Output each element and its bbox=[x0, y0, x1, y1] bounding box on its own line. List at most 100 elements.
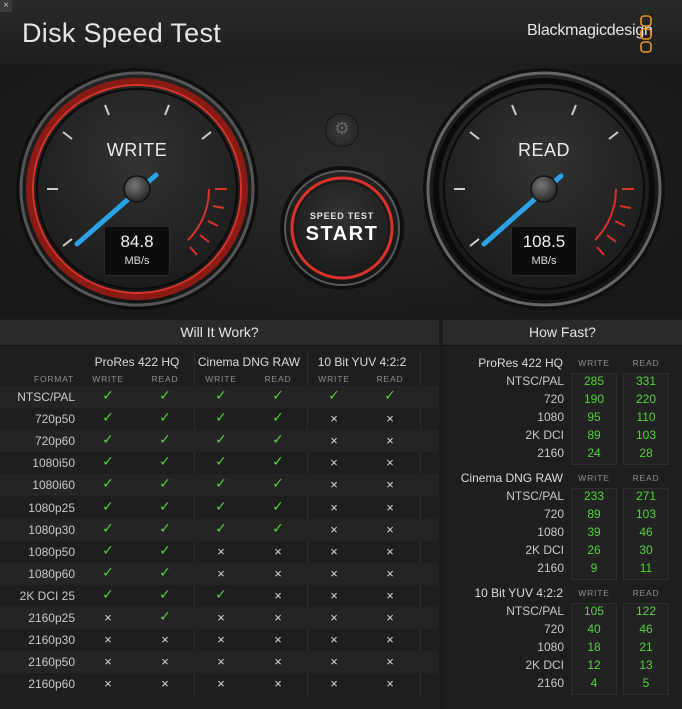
check-icon: ✓ bbox=[102, 431, 114, 448]
row-format-label: 1080p25 bbox=[28, 500, 75, 515]
read-speed-cell: 5 bbox=[642, 676, 650, 690]
table-row: 1080p25 ✓ ✓ ✓ ✓ × × bbox=[0, 497, 439, 519]
read-speed-cell: 11 bbox=[639, 561, 653, 575]
check-icon: ✓ bbox=[272, 387, 284, 403]
row-format-label: 2K DCI bbox=[525, 428, 564, 442]
row-format-label: 720 bbox=[543, 622, 564, 636]
cross-icon: × bbox=[330, 433, 338, 449]
check-icon: ✓ bbox=[272, 497, 284, 514]
how-fast-row: 2K DCI 26 30 bbox=[443, 541, 682, 559]
check-icon: ✓ bbox=[159, 475, 171, 492]
how-fast-codec-title: ProRes 422 HQ bbox=[478, 356, 563, 370]
read-speed-cell: 103 bbox=[635, 507, 657, 521]
how-fast-title: How Fast? bbox=[443, 320, 682, 346]
cross-icon: × bbox=[274, 654, 282, 670]
cross-icon: × bbox=[330, 654, 338, 670]
how-fast-row: 2K DCI 12 13 bbox=[443, 656, 682, 674]
check-icon: ✓ bbox=[102, 387, 114, 403]
cross-icon: × bbox=[386, 676, 394, 692]
check-icon: ✓ bbox=[215, 387, 227, 403]
row-format-label: 1080p50 bbox=[28, 544, 75, 559]
check-icon: ✓ bbox=[102, 541, 114, 558]
check-icon: ✓ bbox=[272, 519, 284, 536]
cross-icon: × bbox=[274, 587, 282, 603]
check-icon: ✓ bbox=[215, 519, 227, 536]
read-subheader: READ bbox=[632, 473, 660, 483]
table-row: 720p60 ✓ ✓ ✓ ✓ × × bbox=[0, 430, 439, 453]
cross-icon: × bbox=[330, 543, 338, 559]
row-format-label: 2K DCI 25 bbox=[19, 588, 75, 603]
write-subheader: WRITE bbox=[92, 374, 124, 384]
row-format-label: 1080i60 bbox=[32, 478, 75, 493]
cross-icon: × bbox=[386, 455, 394, 471]
write-speed-cell: 4 bbox=[590, 676, 598, 690]
cross-icon: × bbox=[274, 632, 282, 648]
cross-icon: × bbox=[330, 477, 338, 493]
write-speed-cell: 12 bbox=[587, 658, 601, 672]
how-fast-row: 720 89 103 bbox=[443, 505, 682, 523]
read-subheader: READ bbox=[632, 358, 660, 368]
write-speed-cell: 9 bbox=[590, 561, 598, 575]
how-fast-row: 2160 4 5 bbox=[443, 674, 682, 692]
cross-icon: × bbox=[274, 543, 282, 559]
check-icon: ✓ bbox=[159, 585, 171, 602]
row-format-label: 2160p30 bbox=[28, 633, 75, 648]
check-icon: ✓ bbox=[159, 431, 171, 448]
row-format-label: 1080 bbox=[537, 640, 564, 654]
how-fast-row: 2160 24 28 bbox=[443, 444, 682, 462]
row-format-label: 720p60 bbox=[34, 434, 75, 449]
write-speed-cell: 95 bbox=[587, 410, 601, 424]
check-icon: ✓ bbox=[215, 585, 227, 602]
row-format-label: NTSC/PAL bbox=[17, 390, 75, 404]
how-fast-row: NTSC/PAL 105 122 bbox=[443, 602, 682, 620]
how-fast-row: 1080 18 21 bbox=[443, 638, 682, 656]
write-speed-cell: 24 bbox=[587, 446, 601, 460]
read-readout: 108.5 MB/s bbox=[511, 226, 577, 276]
write-speed-cell: 26 bbox=[587, 543, 601, 557]
settings-button[interactable]: ⚙ bbox=[325, 113, 359, 147]
start-button-top-label: SPEED TEST bbox=[309, 211, 374, 221]
check-icon: ✓ bbox=[159, 387, 171, 403]
start-button-label: START bbox=[305, 223, 379, 245]
cross-icon: × bbox=[330, 632, 338, 648]
check-icon: ✓ bbox=[159, 453, 171, 470]
will-it-work-title: Will It Work? bbox=[0, 320, 439, 346]
how-fast-row: 2160 9 11 bbox=[443, 559, 682, 577]
check-icon: ✓ bbox=[215, 431, 227, 448]
cross-icon: × bbox=[330, 610, 338, 625]
write-speed-cell: 18 bbox=[587, 640, 601, 654]
start-button[interactable]: SPEED TEST START bbox=[287, 173, 397, 283]
check-icon: ✓ bbox=[272, 431, 284, 448]
row-format-label: NTSC/PAL bbox=[506, 489, 564, 503]
table-row: 2160p30 × × × × × × bbox=[0, 629, 439, 651]
row-format-label: 2160 bbox=[537, 561, 564, 575]
write-speed-cell: 190 bbox=[583, 392, 605, 406]
cross-icon: × bbox=[104, 610, 112, 625]
table-row: 2160p50 × × × × × × bbox=[0, 651, 439, 674]
row-format-label: 2K DCI bbox=[525, 658, 564, 672]
cross-icon: × bbox=[386, 632, 394, 648]
table-row: 1080p60 ✓ ✓ × × × × bbox=[0, 562, 439, 585]
read-speed-cell: 122 bbox=[635, 604, 657, 618]
check-icon: ✓ bbox=[102, 519, 114, 536]
table-row: 2160p25 × ✓ × × × × bbox=[0, 607, 439, 629]
check-icon: ✓ bbox=[215, 475, 227, 492]
check-icon: ✓ bbox=[384, 387, 396, 403]
cross-icon: × bbox=[217, 632, 225, 648]
cross-icon: × bbox=[330, 499, 338, 515]
write-subheader: WRITE bbox=[578, 473, 610, 483]
check-icon: ✓ bbox=[159, 519, 171, 536]
read-speed-cell: 220 bbox=[635, 392, 657, 406]
read-speed-cell: 30 bbox=[639, 543, 653, 557]
codec-header: Cinema DNG RAW bbox=[197, 355, 301, 369]
write-subheader: WRITE bbox=[318, 374, 350, 384]
read-speed-cell: 13 bbox=[639, 658, 653, 672]
how-fast-row: 720 190 220 bbox=[443, 390, 682, 408]
how-fast-codec-title: Cinema DNG RAW bbox=[460, 471, 563, 485]
cross-icon: × bbox=[386, 521, 394, 537]
check-icon: ✓ bbox=[159, 563, 171, 580]
cross-icon: × bbox=[217, 610, 225, 625]
row-format-label: 2160 bbox=[537, 446, 564, 460]
check-icon: ✓ bbox=[159, 541, 171, 558]
cross-icon: × bbox=[386, 411, 394, 427]
